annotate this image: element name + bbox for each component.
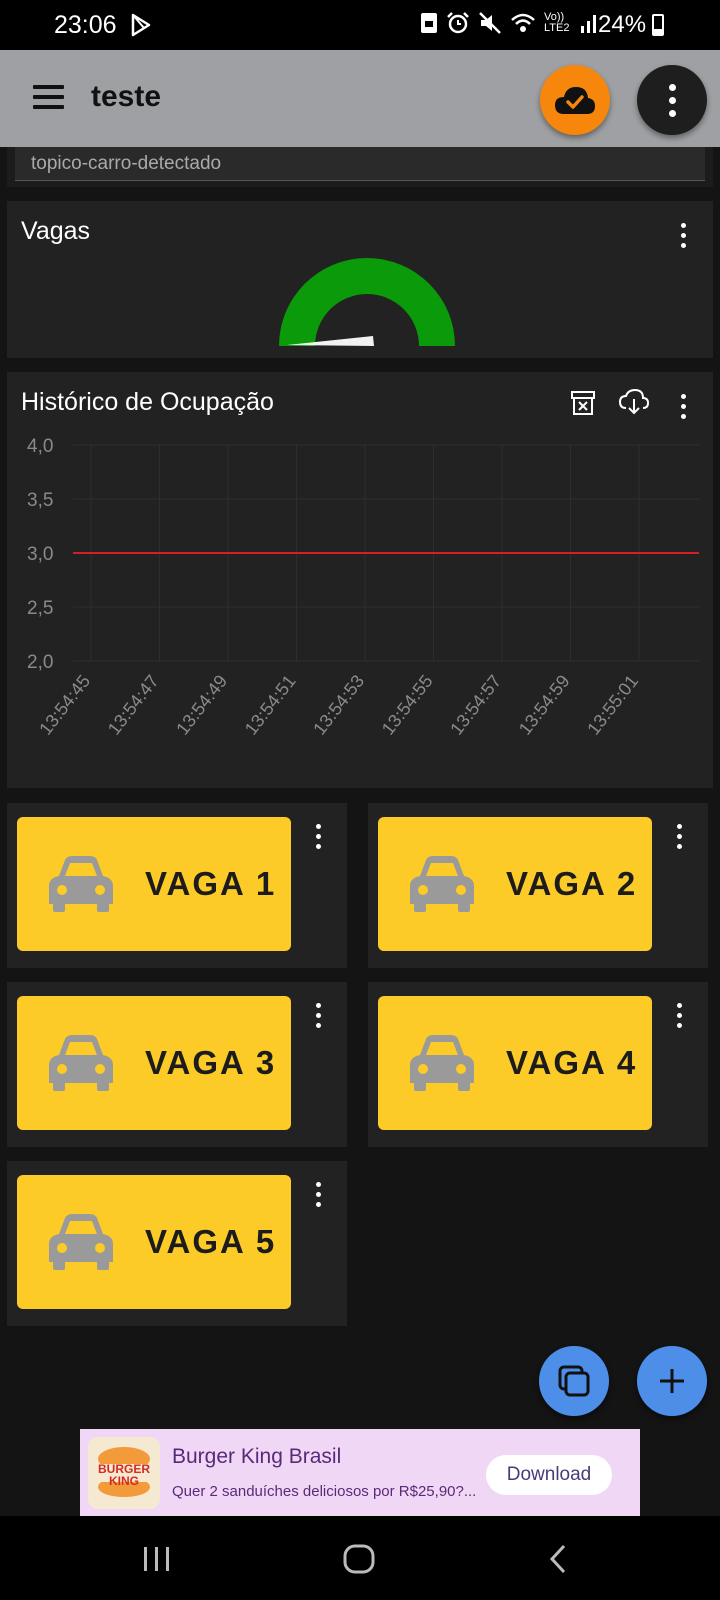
burger-king-logo: BURGER KING (88, 1437, 160, 1509)
cloud-download-icon[interactable] (618, 388, 650, 416)
ad-banner[interactable]: BURGER KING Burger King Brasil Quer 2 sa… (80, 1429, 640, 1516)
x-tick-label: 13:54:57 (446, 671, 505, 739)
vaga-menu-icon[interactable] (674, 1003, 684, 1028)
connection-button[interactable] (540, 65, 610, 135)
plus-icon (660, 1369, 684, 1393)
vaga-button[interactable]: VAGA 1 (17, 817, 291, 951)
x-tick-label: 13:54:45 (35, 671, 94, 739)
vaga-card: VAGA 2 (368, 803, 708, 968)
back-icon[interactable] (548, 1544, 568, 1574)
car-icon (49, 1214, 113, 1270)
hamburger-menu-icon[interactable] (33, 85, 64, 109)
vagas-widget: Vagas (7, 201, 713, 358)
wifi-icon (511, 13, 535, 32)
svg-text:KING: KING (109, 1474, 139, 1488)
x-tick-label: 13:54:49 (172, 671, 231, 739)
x-tick-label: 13:54:47 (104, 671, 163, 739)
alarm-icon (447, 12, 469, 34)
y-tick-label: 2,0 (27, 652, 53, 673)
status-time: 23:06 (54, 11, 117, 39)
y-tick-label: 4,0 (27, 436, 53, 457)
mute-icon (479, 12, 501, 34)
y-tick-label: 2,5 (27, 598, 53, 619)
vaga-button[interactable]: VAGA 5 (17, 1175, 291, 1309)
vagas-gauge (277, 256, 457, 346)
battery-icon (652, 14, 664, 36)
add-button[interactable] (637, 1346, 707, 1416)
status-icons: Vo)) LTE2 (420, 11, 598, 35)
vaga-card: VAGA 3 (7, 982, 347, 1147)
vaga-label: VAGA 5 (145, 1223, 277, 1260)
vaga-card: VAGA 4 (368, 982, 708, 1147)
ad-download-button[interactable]: Download (486, 1455, 612, 1495)
x-tick-label: 13:54:59 (515, 671, 574, 739)
car-icon (49, 1035, 113, 1091)
x-tick-label: 13:54:51 (241, 671, 300, 739)
app-bar: teste (0, 50, 720, 147)
vaga-menu-icon[interactable] (313, 1182, 323, 1207)
vaga-label: VAGA 1 (145, 865, 277, 902)
y-tick-label: 3,0 (27, 544, 53, 565)
x-tick-label: 13:55:01 (583, 671, 642, 739)
car-icon (410, 1035, 474, 1091)
play-store-icon (131, 13, 151, 37)
vaga-label: VAGA 3 (145, 1044, 277, 1081)
copy-icon (558, 1365, 590, 1397)
archive-delete-icon[interactable] (570, 390, 596, 416)
vagas-title: Vagas (21, 217, 91, 245)
vaga-card: VAGA 5 (7, 1161, 347, 1326)
copy-button[interactable] (539, 1346, 609, 1416)
vaga-card: VAGA 1 (7, 803, 347, 968)
topic-value: topico-carro-detectado (31, 153, 222, 174)
x-tick-label: 13:54:53 (309, 671, 368, 739)
vaga-button[interactable]: VAGA 3 (17, 996, 291, 1130)
recent-apps-icon[interactable] (142, 1546, 172, 1572)
history-title: Histórico de Ocupação (21, 388, 274, 416)
history-chart: 4,0 3,5 3,0 2,5 2,0 13:54:45 13:54:47 13:54:49 1… (7, 427, 713, 777)
battery-level: 24% (598, 11, 647, 38)
ad-title: Burger King Brasil (172, 1445, 342, 1468)
car-icon (49, 856, 113, 912)
vagas-menu-icon[interactable] (678, 223, 688, 248)
signal-icon (581, 15, 596, 33)
vaga-label: VAGA 2 (506, 865, 638, 902)
page-title: teste (91, 80, 162, 113)
car-icon (410, 856, 474, 912)
overflow-menu-button[interactable] (637, 65, 707, 135)
system-nav-bar (0, 1516, 720, 1600)
topic-widget: topico-carro-detectado (7, 147, 713, 187)
ad-description: Quer 2 sanduíches deliciosos por R$25,90… (172, 1483, 477, 1500)
vaga-menu-icon[interactable] (313, 824, 323, 849)
vaga-button[interactable]: VAGA 2 (378, 817, 652, 951)
vaga-button[interactable]: VAGA 4 (378, 996, 652, 1130)
history-menu-icon[interactable] (678, 394, 688, 419)
vaga-menu-icon[interactable] (313, 1003, 323, 1028)
vaga-label: VAGA 4 (506, 1044, 638, 1081)
topic-field[interactable]: topico-carro-detectado (15, 147, 705, 181)
network-label: Vo)) LTE2 (544, 11, 570, 34)
save-icon (421, 13, 437, 33)
cloud-check-icon (555, 87, 595, 114)
status-bar: 23:06 Vo)) LTE2 24% (0, 0, 720, 50)
y-tick-label: 3,5 (27, 490, 53, 511)
history-widget: Histórico de Ocupação 4,0 3,5 3,0 2,5 2,0 13:… (7, 372, 713, 788)
vaga-menu-icon[interactable] (674, 824, 684, 849)
x-tick-label: 13:54:55 (378, 671, 437, 739)
home-icon[interactable] (343, 1544, 375, 1574)
